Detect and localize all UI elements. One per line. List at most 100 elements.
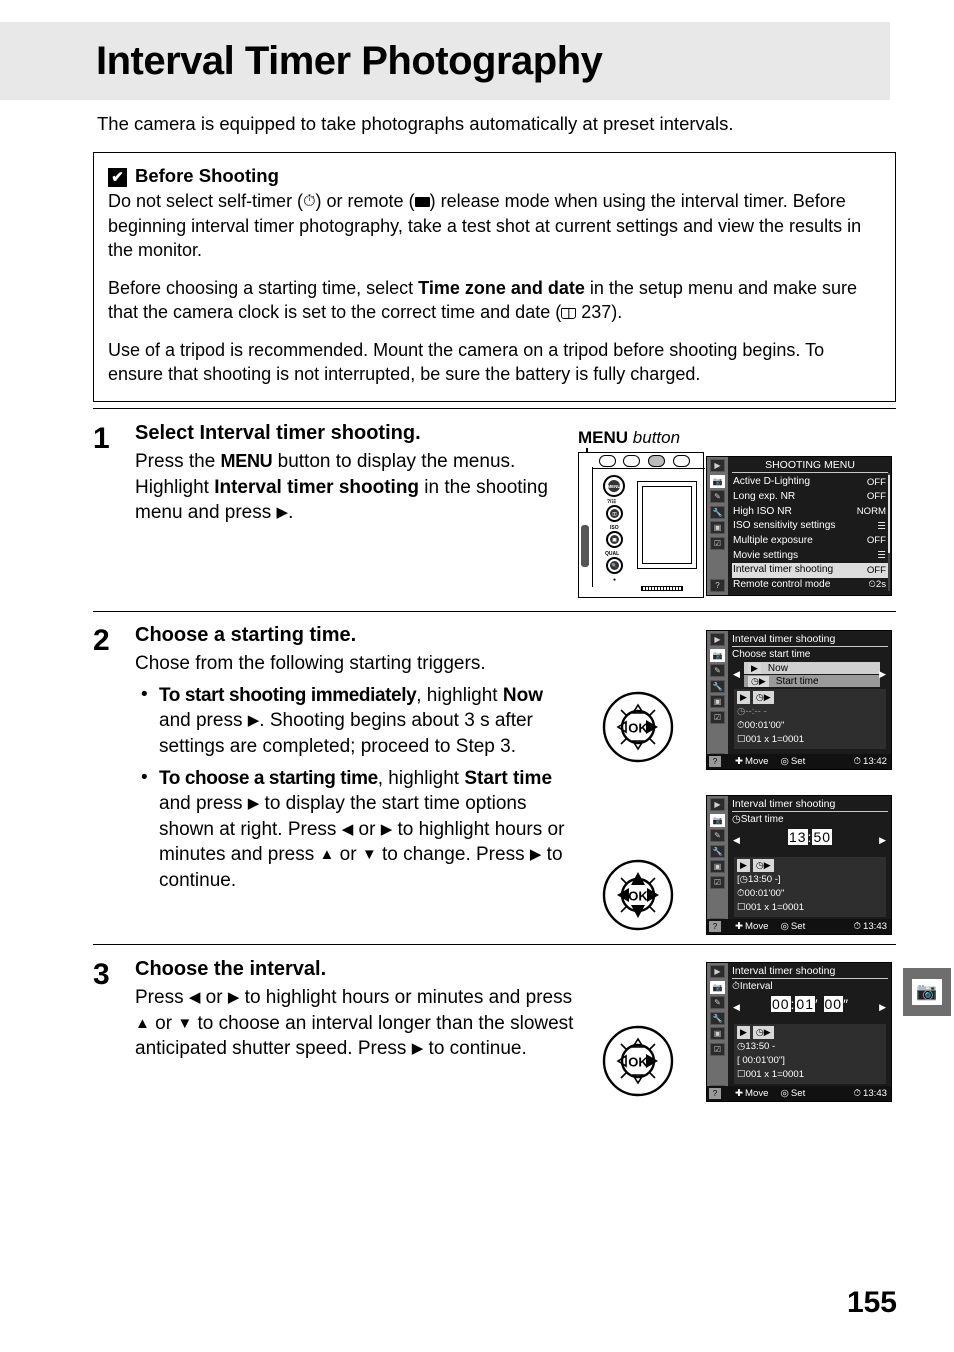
playback-menu-tab-icon[interactable]: ▶ <box>710 798 725 811</box>
my-menu-tab-icon[interactable]: ☑ <box>710 875 725 889</box>
intro-paragraph: The camera is equipped to take photograp… <box>97 113 734 134</box>
qual-button-icon[interactable]: 🔍 <box>606 557 623 574</box>
setup-menu-tab-icon[interactable]: 🔧 <box>710 679 725 693</box>
interval-hours[interactable]: 00 <box>770 996 791 1012</box>
bullet-2-bold: Start time <box>464 767 553 789</box>
setup-menu-tab-icon[interactable]: 🔧 <box>710 505 725 519</box>
help-icon[interactable]: ? <box>709 921 721 932</box>
start-time-editor[interactable]: ◀ ▶ 13:50 <box>732 829 888 855</box>
down-arrow-icon: ▼ <box>177 1014 193 1032</box>
up-arrow-icon: ▲ <box>319 846 335 864</box>
summary-start-time: [◷13:50 -] <box>737 873 781 885</box>
callout-paragraph-3: Use of a tripod is recommended. Mount th… <box>108 339 825 385</box>
menu-button-callout-italic: button <box>628 428 681 447</box>
lcd-subtitle: Choose start time <box>732 649 811 660</box>
my-menu-tab-icon[interactable]: ☑ <box>710 1042 725 1056</box>
multi-selector-icon: OK <box>602 691 674 763</box>
playback-menu-tab-icon[interactable]: ▶ <box>710 965 725 978</box>
menu-row[interactable]: Multiple exposure OFF <box>732 534 888 549</box>
menu-button-icon[interactable]: MENU <box>603 475 625 497</box>
zoom-out-help-button-icon[interactable]: ◫ <box>606 505 623 522</box>
menu-row[interactable]: Long exp. NR OFF <box>732 490 888 505</box>
menu-row[interactable]: High ISO NR NORM <box>732 504 888 519</box>
summary-count: ☐001 x 1=0001 <box>737 733 805 745</box>
callout-p1-part-a: Do not select self-timer ( <box>108 191 304 211</box>
shooting-menu-tab-icon[interactable]: 📷 <box>710 648 725 662</box>
right-arrow-icon: ▶ <box>247 712 260 730</box>
menu-row[interactable]: Active D-Lighting OFF <box>732 475 888 490</box>
menu-row[interactable]: Movie settings ☰ <box>732 548 888 563</box>
step-3-number: 3 <box>93 958 110 991</box>
left-arrow-icon: ◀ <box>733 1002 740 1012</box>
step-3-text: Press ◀ or ▶ to highlight hours or minut… <box>135 985 575 1062</box>
interval-minutes[interactable]: 01 <box>795 996 815 1012</box>
lcd-menu-tabs: ▶ 📷 ✎ 🔧 ▣ ☑ ? <box>707 457 728 595</box>
menu-row-interval-timer-shooting[interactable]: Interval timer shooting OFF <box>732 563 888 578</box>
step-1-title: Select Interval timer shooting. <box>135 422 575 445</box>
shooting-menu-tab-icon[interactable]: 📷 <box>710 474 725 488</box>
custom-settings-tab-icon[interactable]: ✎ <box>710 829 725 842</box>
summary-start-time: ◷13:50 - <box>737 1040 776 1052</box>
down-arrow-icon: ▼ <box>361 846 377 864</box>
retouch-menu-tab-icon[interactable]: ▣ <box>710 521 725 534</box>
camera-hotshoe-icon <box>648 455 665 467</box>
custom-settings-tab-icon[interactable]: ✎ <box>710 664 725 677</box>
retouch-menu-tab-icon[interactable]: ▣ <box>710 695 725 708</box>
step-1-text-d: . <box>288 502 294 524</box>
summary-count: ☐001 x 1=0001 <box>737 1068 805 1080</box>
playback-menu-tab-icon[interactable]: ▶ <box>710 633 725 646</box>
option-now[interactable]: ▶ Now <box>744 662 880 674</box>
bullet-1-rest-a: , highlight <box>416 684 503 706</box>
lcd-menu-tabs: ▶ 📷 ✎ 🔧 ▣ ☑ ? <box>707 631 728 769</box>
menu-row-value: OFF <box>866 476 886 488</box>
lcd-footer: ? ✚ Move ◎ Set ⏱ 13:42 <box>707 754 891 769</box>
shooting-menu-tab-icon[interactable]: 📷 <box>710 980 725 994</box>
custom-settings-tab-icon[interactable]: ✎ <box>710 490 725 503</box>
interval-seconds[interactable]: 00 <box>823 996 844 1012</box>
start-time-minutes[interactable]: 50 <box>812 829 833 845</box>
svg-text:OK: OK <box>628 1055 648 1070</box>
up-arrow-icon: ▲ <box>135 1014 150 1032</box>
section-tab-shooting-menu: 📷 <box>903 968 951 1016</box>
right-arrow-icon: ▶ <box>411 1040 424 1058</box>
before-shooting-callout: ✔ Before Shooting Do not select self-tim… <box>93 152 896 402</box>
start-time-hours[interactable]: 13 <box>787 829 808 845</box>
callout-paragraph-2: Before choosing a starting time, select … <box>108 276 881 325</box>
footer-set: ◎ Set <box>780 921 806 932</box>
menu-row[interactable]: ISO sensitivity settings ☰ <box>732 519 888 534</box>
step-1-text-bold: Interval timer shooting <box>214 476 420 498</box>
interval-editor[interactable]: ◀ ▶ 00:01′ 00″ <box>732 996 888 1022</box>
my-menu-tab-icon[interactable]: ☑ <box>710 710 725 724</box>
setup-menu-tab-icon[interactable]: 🔧 <box>710 1011 725 1025</box>
camera-dial-right-icon <box>673 455 690 467</box>
callout-p2-ref: 237). <box>576 302 623 323</box>
help-icon[interactable]: ? <box>709 756 721 767</box>
lcd-subtitle: ⏱Interval <box>732 981 773 992</box>
my-menu-tab-icon[interactable]: ☑ <box>710 536 725 550</box>
shooting-menu-tab-icon[interactable]: 📷 <box>710 813 725 827</box>
option-start-time[interactable]: ◷▶ Start time <box>744 675 880 687</box>
multi-selector-right[interactable]: OK <box>601 690 675 764</box>
iso-button-icon[interactable]: ▣ <box>606 531 623 548</box>
retouch-menu-tab-icon[interactable]: ▣ <box>710 860 725 873</box>
summary-interval: ⏱00:01'00" <box>737 887 785 899</box>
retouch-menu-tab-icon[interactable]: ▣ <box>710 1027 725 1040</box>
now-chip-icon: ▶ <box>737 1026 750 1040</box>
lcd-footer: ? ✚ Move ◎ Set ⏱ 13:43 <box>707 919 891 934</box>
lcd-scrollbar-thumb[interactable] <box>888 475 890 553</box>
help-icon[interactable]: ? <box>710 579 725 592</box>
right-arrow-icon: ▶ <box>879 669 886 679</box>
setup-menu-tab-icon[interactable]: 🔧 <box>710 844 725 858</box>
multi-selector-all-directions[interactable]: OK <box>601 858 675 932</box>
custom-settings-tab-icon[interactable]: ✎ <box>710 996 725 1009</box>
help-icon[interactable]: ? <box>709 1088 721 1099</box>
callout-heading: ✔ Before Shooting <box>108 165 881 187</box>
now-chip-icon: ▶ <box>737 691 750 705</box>
page-number: 155 <box>846 1286 897 1319</box>
multi-selector-right-step3[interactable]: OK <box>601 1024 675 1098</box>
menu-row-label: Remote control mode <box>733 579 831 590</box>
menu-row[interactable]: Remote control mode ⏲2s <box>732 578 888 593</box>
menu-row-value: NORM <box>856 506 886 518</box>
playback-menu-tab-icon[interactable]: ▶ <box>710 459 725 472</box>
svg-text:OK: OK <box>628 721 648 736</box>
